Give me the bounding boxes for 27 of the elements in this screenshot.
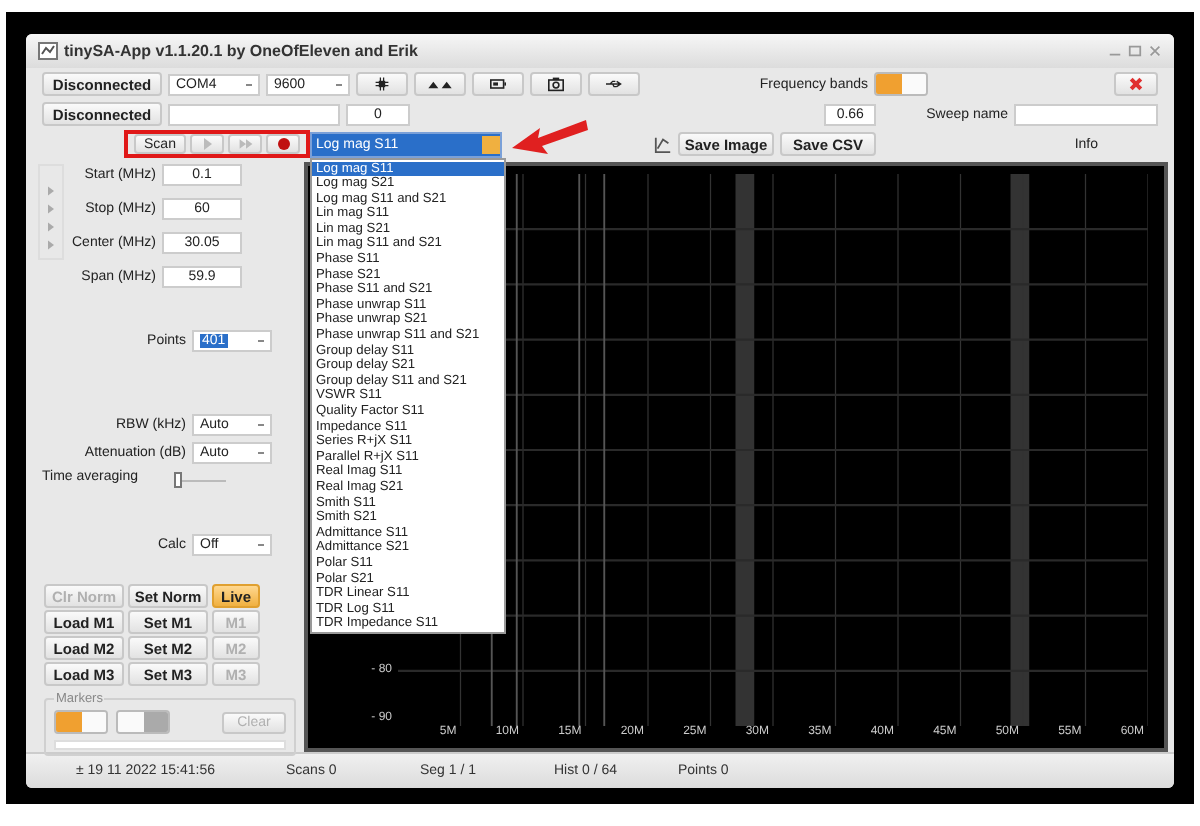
close-icon[interactable] — [1148, 44, 1162, 58]
maximize-icon[interactable] — [1128, 44, 1142, 58]
marker-toggle[interactable] — [54, 710, 108, 734]
sweep-name-field[interactable] — [1014, 103, 1158, 125]
chip-button[interactable] — [356, 72, 408, 96]
triangles-icon — [428, 79, 452, 89]
window-title: tinySA-App v1.1.20.1 by OneOfEleven and Erik — [64, 42, 418, 60]
battery-button[interactable] — [472, 72, 524, 96]
chip-icon — [374, 76, 390, 92]
record-button[interactable] — [266, 134, 300, 154]
usb-button[interactable] — [588, 72, 640, 96]
battery-icon — [490, 76, 506, 92]
slider-thumb[interactable] — [174, 472, 182, 488]
frequency-bands-toggle[interactable] — [874, 72, 928, 96]
screenshot-button[interactable] — [530, 72, 582, 96]
fast-forward-icon — [237, 136, 253, 152]
up-button[interactable] — [414, 72, 466, 96]
play-icon — [199, 136, 215, 152]
chart-icon[interactable] — [654, 135, 672, 153]
marker-toggle[interactable] — [116, 710, 170, 734]
close-button[interactable] — [1114, 72, 1158, 96]
app-icon — [38, 42, 58, 60]
usb-icon — [606, 76, 622, 92]
camera-icon — [548, 76, 564, 92]
text-field[interactable] — [168, 103, 340, 125]
play-button[interactable] — [190, 134, 224, 154]
close-icon — [1128, 76, 1144, 92]
